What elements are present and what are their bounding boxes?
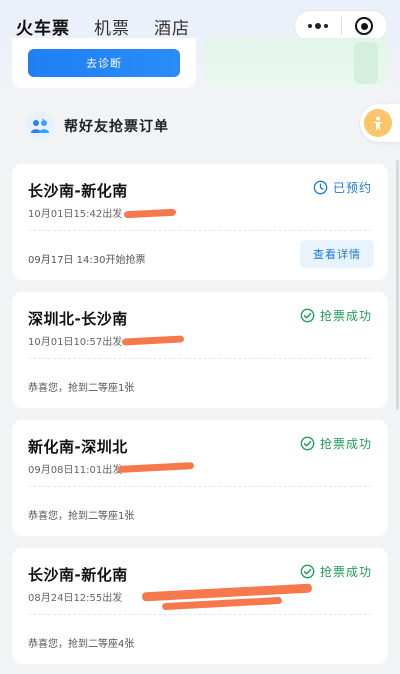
order-route: 新化南-深圳北 xyxy=(28,438,128,456)
floating-assistant-button[interactable] xyxy=(360,104,400,142)
help-friend-banner[interactable]: 帮好友抢票订单 xyxy=(12,100,388,152)
promo-card[interactable] xyxy=(204,38,388,88)
more-dots-icon xyxy=(307,23,328,29)
order-route: 长沙南-新化南 xyxy=(28,566,128,584)
card-divider xyxy=(28,486,372,487)
order-card[interactable]: 长沙南-新化南 10月01日15:42出发 已预约 09月17日 14:30开始… xyxy=(12,164,388,280)
help-friend-label: 帮好友抢票订单 xyxy=(64,119,169,135)
redaction-mark xyxy=(121,335,185,346)
target-circle-icon xyxy=(355,17,374,35)
order-route: 深圳北-长沙南 xyxy=(28,310,128,328)
view-details-button[interactable]: 查看详情 xyxy=(300,240,374,268)
tab-bar: 火车票 机票 酒店 xyxy=(16,14,190,39)
order-status: 抢票成功 xyxy=(300,435,372,452)
scrollbar[interactable] xyxy=(396,160,399,410)
order-status: 抢票成功 xyxy=(300,563,372,580)
card-divider xyxy=(28,358,372,359)
order-route: 长沙南-新化南 xyxy=(28,182,128,200)
diagnose-button[interactable]: 去诊断 xyxy=(28,49,180,77)
close-button[interactable] xyxy=(341,11,387,41)
check-circle-icon xyxy=(300,308,315,323)
card-divider xyxy=(28,230,372,231)
tab-hotel[interactable]: 酒店 xyxy=(154,14,190,39)
check-circle-icon xyxy=(300,436,315,451)
order-card[interactable]: 新化南-深圳北 09月08日11:01出发 抢票成功 恭喜您，抢到二等座1张 xyxy=(12,420,388,536)
clock-icon xyxy=(313,180,328,195)
order-card[interactable]: 长沙南-新化南 08月24日12:55出发 抢票成功 恭喜您，抢到二等座4张 xyxy=(12,548,388,664)
order-depart-time: 10月01日10:57出发 xyxy=(28,337,123,348)
promo-decoration xyxy=(354,42,378,84)
card-divider xyxy=(28,614,372,615)
order-note: 09月17日 14:30开始抢票 xyxy=(28,255,146,266)
order-card[interactable]: 深圳北-长沙南 10月01日10:57出发 抢票成功 恭喜您，抢到二等座1张 xyxy=(12,292,388,408)
order-status: 已预约 xyxy=(313,179,372,196)
order-note: 恭喜您，抢到二等座4张 xyxy=(28,639,135,650)
redaction-mark xyxy=(123,208,177,219)
more-button[interactable] xyxy=(295,11,341,41)
person-icon xyxy=(364,109,392,137)
order-note: 恭喜您，抢到二等座1张 xyxy=(28,511,135,522)
check-circle-icon xyxy=(300,564,315,579)
order-status-label: 已预约 xyxy=(332,181,372,195)
order-note: 恭喜您，抢到二等座1张 xyxy=(28,383,135,394)
order-status-label: 抢票成功 xyxy=(319,309,372,323)
diagnose-card: 去诊断 xyxy=(12,38,196,88)
order-status: 抢票成功 xyxy=(300,307,372,324)
order-status-label: 抢票成功 xyxy=(319,565,372,579)
friends-icon xyxy=(26,112,54,140)
redaction-mark xyxy=(117,462,195,473)
order-depart-time: 10月01日15:42出发 xyxy=(28,209,123,220)
order-status-label: 抢票成功 xyxy=(319,437,372,451)
tab-flight[interactable]: 机票 xyxy=(94,14,130,39)
order-depart-time: 08月24日12:55出发 xyxy=(28,593,123,604)
order-depart-time: 09月08日11:01出发 xyxy=(28,465,123,476)
tab-train[interactable]: 火车票 xyxy=(16,14,70,39)
